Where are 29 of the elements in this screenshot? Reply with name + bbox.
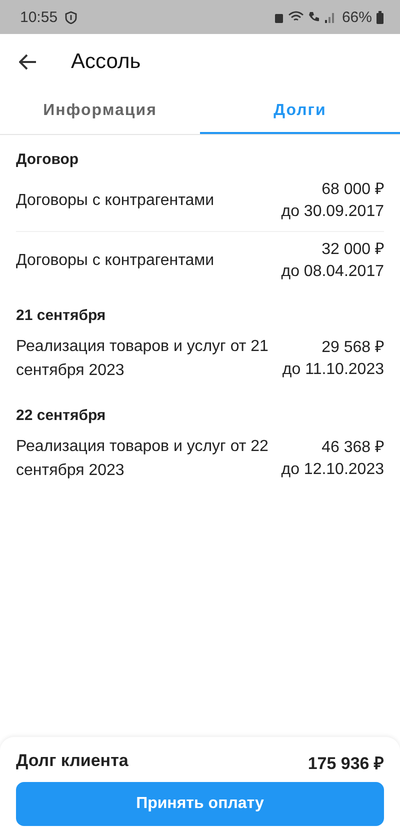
total-label: Долг клиента <box>16 751 128 772</box>
debt-name: Реализация товаров и услуг от 21 сентября 2023 <box>16 337 270 381</box>
phone-icon <box>308 11 320 23</box>
debt-name: Договоры с контрагентами <box>16 191 214 211</box>
wifi-icon <box>288 11 304 23</box>
accept-payment-button[interactable]: Принять оплату <box>16 782 384 826</box>
due-date: до 11.10.2023 <box>282 360 384 380</box>
due-date: до 12.10.2023 <box>281 460 384 480</box>
battery-icon <box>376 10 384 24</box>
group-title: 22 сентября <box>16 406 107 426</box>
due-date: до 08.04.2017 <box>281 262 384 282</box>
due-date: до 30.09.2017 <box>281 202 384 222</box>
debt-amount: 29 568 ₽ <box>322 338 384 358</box>
tab[interactable]: Долги <box>200 90 400 134</box>
status-time: 10:55 <box>20 8 58 26</box>
signal-icon <box>324 11 336 23</box>
shield-icon <box>64 10 77 24</box>
tab[interactable]: Информация <box>0 90 200 134</box>
group-title: 21 сентября <box>16 306 107 326</box>
debt-name: Реализация товаров и услуг от 22 сентября 2023 <box>16 437 270 481</box>
debt-amount: 68 000 ₽ <box>322 180 384 200</box>
page-title: Ассоль <box>71 50 141 74</box>
debt-name: Договоры с контрагентами <box>16 251 214 271</box>
battery-level: 66% <box>342 8 372 26</box>
debt-amount: 46 368 ₽ <box>322 438 384 458</box>
back-arrow-icon[interactable] <box>19 54 37 70</box>
debt-amount: 32 000 ₽ <box>322 240 384 260</box>
total-amount: 175 936 ₽ <box>308 753 384 774</box>
group-title: Договор <box>16 150 80 170</box>
